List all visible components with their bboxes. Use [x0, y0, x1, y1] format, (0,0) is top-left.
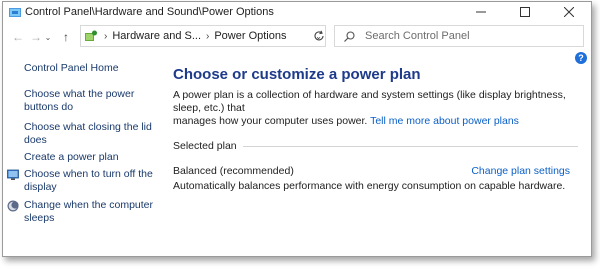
sidebar-item-power-buttons[interactable]: Choose what the power buttons do: [24, 88, 134, 114]
up-button[interactable]: ↑: [57, 26, 75, 48]
display-icon: [7, 169, 19, 180]
description-line-1: A power plan is a collection of hardware…: [173, 89, 566, 114]
breadcrumb-power-options[interactable]: Power Options: [214, 30, 286, 42]
help-icon[interactable]: ?: [575, 52, 587, 64]
plan-name: Balanced (recommended): [173, 165, 294, 177]
maximize-button[interactable]: [503, 2, 547, 22]
main-content: Choose or customize a power plan A power…: [173, 66, 578, 192]
learn-more-link[interactable]: Tell me more about power plans: [370, 115, 519, 127]
search-icon: [344, 30, 355, 42]
control-panel-location-icon: [85, 30, 97, 41]
sidebar-item-label[interactable]: Change when the computer: [24, 199, 153, 212]
chevron-down-icon: ⌄: [44, 32, 52, 42]
plan-row: Balanced (recommended) Change plan setti…: [173, 165, 578, 178]
sidebar-item-label[interactable]: Choose what the power: [24, 88, 134, 101]
address-row: ← → ⌄ ↑ › Hardware and S... › Power Opti…: [3, 24, 591, 50]
sidebar-item-closing-lid[interactable]: Choose what closing the lid does: [24, 121, 152, 147]
description-line-2: manages how your computer uses power. Te…: [173, 115, 578, 128]
selected-plan-label: Selected plan: [173, 140, 237, 152]
page-description: A power plan is a collection of hardware…: [173, 89, 578, 128]
sidebar-item-label[interactable]: Choose what closing the lid: [24, 121, 152, 134]
maximize-icon: [520, 7, 530, 17]
page-title: Choose or customize a power plan: [173, 66, 421, 83]
address-bar[interactable]: › Hardware and S... › Power Options ⌄: [80, 25, 326, 47]
control-panel-window: Control Panel\Hardware and Sound\Power O…: [2, 1, 592, 257]
refresh-button[interactable]: [308, 25, 330, 47]
breadcrumb-hardware-and-sound[interactable]: Hardware and S...: [112, 30, 201, 42]
close-icon: [564, 7, 574, 17]
sidebar-item-turn-off-display[interactable]: Choose when to turn off the display: [7, 168, 153, 194]
window-title: Control Panel\Hardware and Sound\Power O…: [25, 6, 274, 18]
sidebar-item-create-power-plan[interactable]: Create a power plan: [24, 151, 119, 164]
description-text: manages how your computer uses power.: [173, 115, 368, 127]
plan-description: Automatically balances performance with …: [173, 180, 566, 192]
sidebar-item-label[interactable]: Choose when to turn off the: [24, 168, 153, 181]
forward-arrow-icon: →: [30, 30, 42, 44]
sidebar-item-label[interactable]: Create a power plan: [24, 151, 119, 164]
close-button[interactable]: [547, 2, 591, 22]
title-bar: Control Panel\Hardware and Sound\Power O…: [3, 2, 591, 22]
sidebar-item-control-panel-home[interactable]: Control Panel Home: [24, 62, 119, 75]
divider: [242, 145, 578, 147]
selected-plan-header: Selected plan: [173, 140, 578, 152]
change-plan-settings-link[interactable]: Change plan settings: [471, 165, 570, 177]
sidebar-item-label[interactable]: display: [24, 181, 153, 194]
minimize-button[interactable]: [459, 2, 503, 22]
recent-locations-button[interactable]: ⌄: [43, 26, 53, 48]
refresh-icon: [314, 30, 324, 41]
sidebar-item-label[interactable]: sleeps: [24, 212, 153, 225]
breadcrumb-separator-icon: ›: [104, 30, 108, 42]
up-arrow-icon: ↑: [63, 30, 69, 44]
breadcrumb-separator-icon[interactable]: ›: [206, 31, 209, 42]
sidebar-item-label[interactable]: buttons do: [24, 101, 134, 114]
back-arrow-icon: ←: [12, 30, 24, 44]
search-box[interactable]: [334, 25, 584, 47]
moon-icon: [7, 200, 19, 212]
sidebar-item-label[interactable]: does: [24, 134, 152, 147]
sidebar-item-computer-sleeps[interactable]: Change when the computer sleeps: [7, 199, 153, 225]
back-button[interactable]: ←: [9, 26, 27, 48]
minimize-icon: [476, 11, 486, 13]
search-input[interactable]: [365, 30, 565, 42]
control-panel-app-icon: [9, 7, 21, 17]
